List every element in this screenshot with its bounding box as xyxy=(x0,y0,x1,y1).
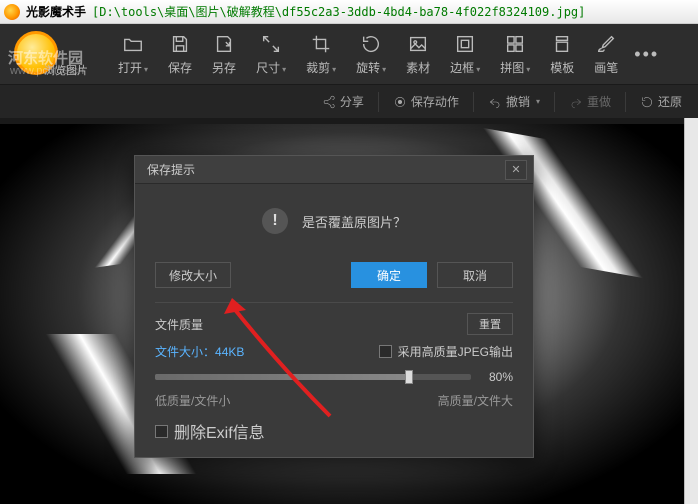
app-icon xyxy=(4,4,20,20)
hq-jpeg-label: 采用高质量JPEG输出 xyxy=(398,343,513,360)
rotate-button[interactable]: 旋转▾ xyxy=(346,27,396,82)
save-dialog: 保存提示 ✕ ! 是否覆盖原图片？ 修改大小 确定 取消 文件质量 重置 文件大… xyxy=(134,155,534,458)
open-button[interactable]: 打开▾ xyxy=(108,27,158,82)
reset-button[interactable]: 重置 xyxy=(467,313,513,335)
collage-label: 拼图▾ xyxy=(500,59,530,76)
resize-button[interactable]: 修改大小 xyxy=(155,262,231,288)
save-icon xyxy=(169,33,191,55)
resize-icon xyxy=(260,33,282,55)
template-icon xyxy=(551,33,573,55)
image-icon xyxy=(407,33,429,55)
button-row: 修改大小 确定 取消 xyxy=(155,262,513,288)
window-titlebar: 光影魔术手 [D:\tools\桌面\图片\破解教程\df55c2a3-3ddb… xyxy=(0,0,698,24)
brush-button[interactable]: 画笔 xyxy=(584,27,628,82)
checkbox-icon[interactable] xyxy=(155,425,168,438)
restore-icon xyxy=(640,95,654,109)
saveas-label: 另存 xyxy=(212,59,236,76)
dialog-title: 保存提示 xyxy=(147,161,195,178)
separator xyxy=(473,92,474,112)
save-action-button[interactable]: 保存动作 xyxy=(385,89,467,114)
restore-button[interactable]: 还原 xyxy=(632,89,690,114)
template-label: 模板 xyxy=(550,59,574,76)
slider-labels: 低质量/文件小 高质量/文件大 xyxy=(155,392,513,409)
slider-fill xyxy=(155,374,408,380)
record-icon xyxy=(393,95,407,109)
folder-open-icon xyxy=(122,33,144,55)
undo-button[interactable]: 撤销▾ xyxy=(480,89,548,114)
slider-value: 80% xyxy=(481,370,513,384)
share-icon xyxy=(322,95,336,109)
grid-icon xyxy=(504,33,526,55)
high-quality-label: 高质量/文件大 xyxy=(438,392,513,409)
restore-label: 还原 xyxy=(658,93,682,110)
crop-button[interactable]: 裁剪▾ xyxy=(296,27,346,82)
more-button[interactable]: ••• xyxy=(628,44,665,65)
info-icon: ! xyxy=(262,208,288,234)
redo-button[interactable]: 重做 xyxy=(561,89,619,114)
rotate-icon xyxy=(360,33,382,55)
slider-thumb[interactable] xyxy=(405,370,413,384)
separator xyxy=(625,92,626,112)
hq-jpeg-option[interactable]: 采用高质量JPEG输出 xyxy=(379,343,513,360)
sub-toolbar: 分享 保存动作 撤销▾ 重做 还原 xyxy=(0,84,698,118)
quality-label: 文件质量 xyxy=(155,316,203,333)
save-action-label: 保存动作 xyxy=(411,93,459,110)
saveas-button[interactable]: 另存 xyxy=(202,27,246,82)
size-button[interactable]: 尺寸▾ xyxy=(246,27,296,82)
dialog-message: 是否覆盖原图片？ xyxy=(302,212,406,231)
quality-section: 文件质量 重置 文件大小：44KB 采用高质量JPEG输出 80% 低质量/文件… xyxy=(155,302,513,443)
app-name: 光影魔术手 xyxy=(26,3,86,20)
crop-label: 裁剪▾ xyxy=(306,59,336,76)
filesize-text: 文件大小：44KB xyxy=(155,343,244,360)
rotate-label: 旋转▾ xyxy=(356,59,386,76)
material-label: 素材 xyxy=(406,59,430,76)
border-button[interactable]: 边框▾ xyxy=(440,27,490,82)
save-button[interactable]: 保存 xyxy=(158,27,202,82)
size-label: 尺寸▾ xyxy=(256,59,286,76)
dialog-header[interactable]: 保存提示 ✕ xyxy=(135,156,533,184)
redo-icon xyxy=(569,95,583,109)
close-button[interactable]: ✕ xyxy=(505,160,527,180)
main-toolbar: 河东软件园 www.pc5t59.cn 浏览图片 打开▾ 保存 另存 尺寸▾ 裁… xyxy=(0,24,698,84)
material-button[interactable]: 素材 xyxy=(396,27,440,82)
border-icon xyxy=(454,33,476,55)
collage-button[interactable]: 拼图▾ xyxy=(490,27,540,82)
share-label: 分享 xyxy=(340,93,364,110)
crop-icon xyxy=(310,33,332,55)
vertical-scrollbar[interactable] xyxy=(684,118,698,504)
border-label: 边框▾ xyxy=(450,59,480,76)
redo-label: 重做 xyxy=(587,93,611,110)
delete-exif-label: 删除Exif信息 xyxy=(174,419,265,443)
cancel-button[interactable]: 取消 xyxy=(437,262,513,288)
close-icon: ✕ xyxy=(511,163,520,176)
message-row: ! 是否覆盖原图片？ xyxy=(155,208,513,234)
save-label: 保存 xyxy=(168,59,192,76)
ok-button[interactable]: 确定 xyxy=(351,262,427,288)
logo-section: 河东软件园 www.pc5t59.cn 浏览图片 xyxy=(8,29,108,79)
file-path: [D:\tools\桌面\图片\破解教程\df55c2a3-3ddb-4bd4-… xyxy=(92,3,585,20)
undo-icon xyxy=(488,95,502,109)
quality-slider-row: 80% xyxy=(155,370,513,384)
brush-label: 画笔 xyxy=(594,59,618,76)
template-button[interactable]: 模板 xyxy=(540,27,584,82)
quality-slider[interactable] xyxy=(155,374,471,380)
share-button[interactable]: 分享 xyxy=(314,89,372,114)
checkbox-icon[interactable] xyxy=(379,345,392,358)
dialog-body: ! 是否覆盖原图片？ 修改大小 确定 取消 文件质量 重置 文件大小：44KB … xyxy=(135,184,533,457)
export-icon xyxy=(213,33,235,55)
undo-label: 撤销 xyxy=(506,93,530,110)
separator xyxy=(378,92,379,112)
delete-exif-option[interactable]: 删除Exif信息 xyxy=(155,419,513,443)
separator xyxy=(554,92,555,112)
low-quality-label: 低质量/文件小 xyxy=(155,392,230,409)
open-label: 打开▾ xyxy=(118,59,148,76)
brush-icon xyxy=(595,33,617,55)
browse-label[interactable]: 浏览图片 xyxy=(44,62,88,78)
